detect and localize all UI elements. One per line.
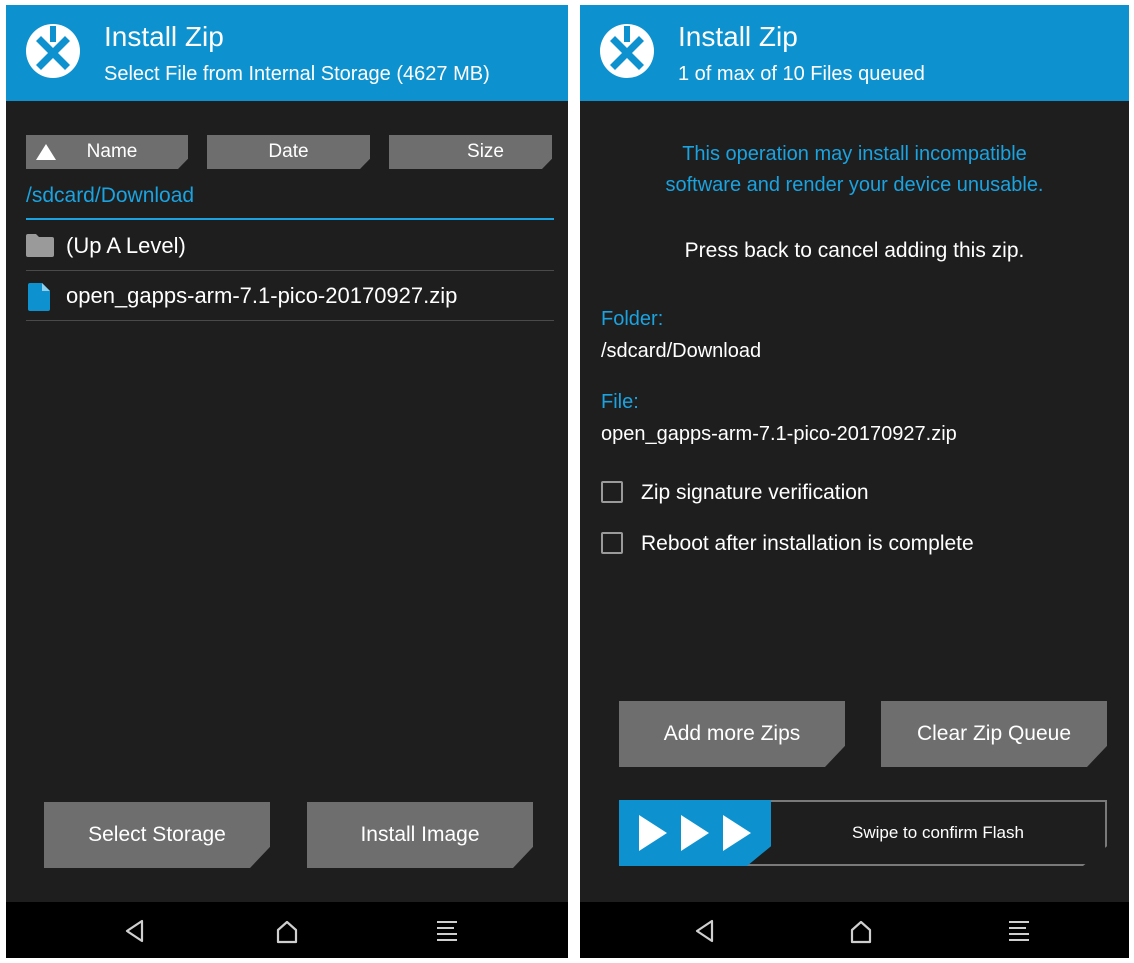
file-name: (Up A Level) (66, 233, 186, 258)
clear-zip-queue-button[interactable]: Clear Zip Queue (881, 701, 1107, 767)
warning-line-2: software and render your device unusable… (665, 174, 1044, 196)
header: Install Zip 1 of max of 10 Files queued (580, 5, 1129, 101)
menu-icon[interactable] (434, 918, 460, 944)
back-icon[interactable] (122, 918, 148, 944)
swipe-label: Swipe to confirm Flash (852, 823, 1024, 842)
swipe-to-confirm-slider[interactable]: Swipe to confirm Flash (619, 800, 1107, 866)
twrp-logo-icon (600, 24, 654, 78)
header-title: Install Zip (104, 21, 224, 52)
current-path: /sdcard/Download (26, 184, 195, 207)
home-icon[interactable] (848, 918, 874, 944)
sort-date-label: Date (268, 141, 309, 162)
sort-size-label: Size (467, 141, 504, 162)
zip-signature-label: Zip signature verification (641, 481, 869, 504)
folder-icon (26, 234, 54, 257)
menu-icon[interactable] (1006, 918, 1032, 944)
header-subtitle: Select File from Internal Storage (4627 … (104, 63, 490, 85)
press-back-hint: Press back to cancel adding this zip. (684, 239, 1025, 262)
file-list-item-zip[interactable]: open_gapps-arm-7.1-pico-20170927.zip (26, 271, 554, 321)
navigation-bar (6, 902, 568, 958)
warning-message: This operation may install incompatible … (580, 139, 1129, 201)
sort-by-name-button[interactable]: Name (26, 135, 188, 169)
back-icon[interactable] (692, 918, 718, 944)
sort-name-label: Name (86, 141, 138, 162)
header-title: Install Zip (678, 21, 798, 52)
file-icon (28, 283, 50, 311)
zip-signature-checkbox[interactable] (601, 481, 623, 503)
select-storage-label: Select Storage (88, 823, 226, 846)
reboot-label: Reboot after installation is complete (641, 532, 974, 555)
warning-line-1: This operation may install incompatible (682, 143, 1027, 165)
sort-ascending-icon (36, 144, 56, 160)
add-more-zips-label: Add more Zips (663, 722, 801, 745)
reboot-checkbox[interactable] (601, 532, 623, 554)
folder-label: Folder: (601, 308, 664, 330)
swipe-handle[interactable] (619, 800, 771, 866)
install-confirm-screen: Install Zip 1 of max of 10 Files queued … (580, 5, 1129, 958)
sort-by-date-button[interactable]: Date (207, 135, 370, 169)
header: Install Zip Select File from Internal St… (6, 5, 568, 101)
add-more-zips-button[interactable]: Add more Zips (619, 701, 845, 767)
file-value: open_gapps-arm-7.1-pico-20170927.zip (601, 423, 957, 445)
twrp-logo-icon (26, 24, 80, 78)
row-divider (26, 320, 554, 321)
header-subtitle: 1 of max of 10 Files queued (678, 63, 925, 85)
file-label: File: (601, 391, 639, 413)
file-list-item-up-level[interactable]: (Up A Level) (26, 221, 554, 271)
folder-value: /sdcard/Download (601, 340, 762, 362)
path-divider (26, 218, 554, 220)
swipe-arrows-icon (637, 813, 757, 853)
sort-by-size-button[interactable]: Size (389, 135, 552, 169)
install-image-label: Install Image (360, 823, 480, 846)
select-storage-button[interactable]: Select Storage (44, 802, 270, 868)
navigation-bar (580, 902, 1129, 958)
install-image-button[interactable]: Install Image (307, 802, 533, 868)
home-icon[interactable] (274, 918, 300, 944)
clear-zip-queue-label: Clear Zip Queue (916, 722, 1072, 745)
file-browser-screen: Install Zip Select File from Internal St… (6, 5, 568, 958)
file-name: open_gapps-arm-7.1-pico-20170927.zip (66, 283, 458, 308)
